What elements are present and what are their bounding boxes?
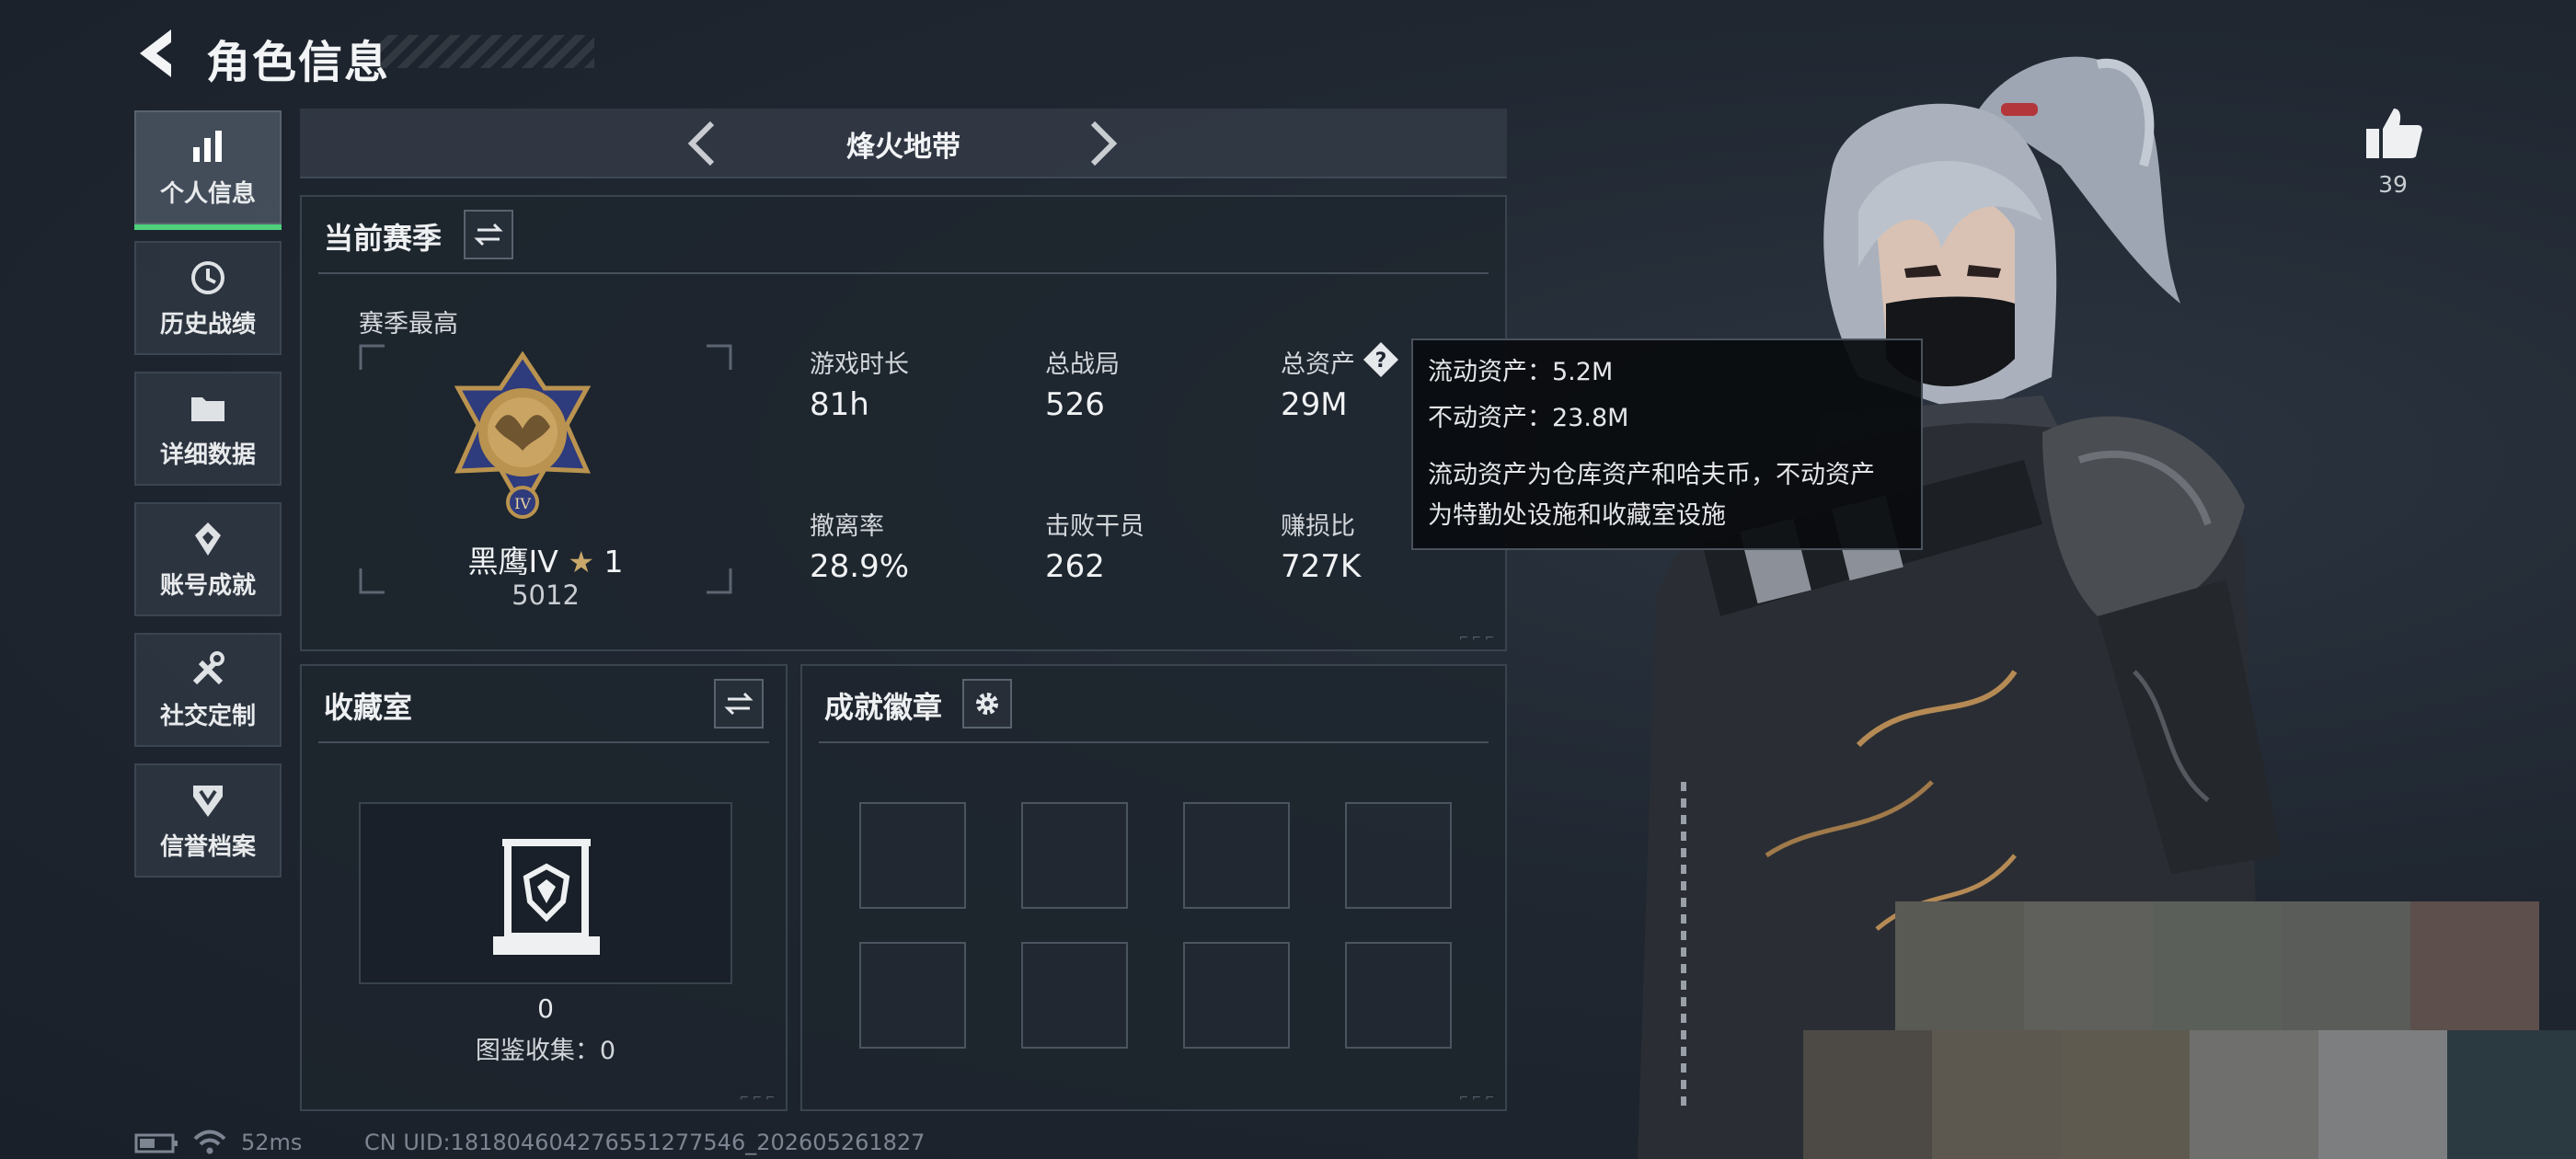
stat-value-extract-rate: 28.9% <box>810 548 910 585</box>
svg-text:?: ? <box>1375 350 1387 373</box>
season-panel: 当前赛季 赛季最高 IV 黑鹰IV ★ 1 5012 游戏时长 81h 总战局 … <box>300 195 1507 651</box>
stat-label-profit-ratio: 赚损比 <box>1281 512 1355 541</box>
like-button[interactable] <box>2361 101 2425 166</box>
gear-icon <box>976 693 998 715</box>
bar-chart-icon <box>193 130 222 162</box>
tooltip-fixed-assets: 不动资产：23.8M <box>1428 404 1629 432</box>
stat-label-total-matches: 总战局 <box>1045 350 1120 379</box>
star-icon: ★ <box>568 545 594 580</box>
stat-value-total-matches: 526 <box>1045 386 1105 423</box>
achievement-slot[interactable] <box>1183 802 1290 909</box>
achievement-slot[interactable] <box>1021 942 1128 1049</box>
sidebar-item-label: 详细数据 <box>159 441 256 469</box>
sidebar-item-label: 历史战绩 <box>159 310 256 339</box>
season-title: 当前赛季 <box>324 221 443 256</box>
help-icon[interactable]: ? <box>1362 340 1400 379</box>
stat-value-total-assets: 29M <box>1281 386 1348 423</box>
rank-score: 5012 <box>512 580 580 611</box>
like-count: 39 <box>2378 171 2408 198</box>
switch-season-button[interactable] <box>464 210 513 259</box>
title-decoration <box>379 35 594 68</box>
rank-badge-icon: IV <box>454 351 592 519</box>
back-button[interactable] <box>129 24 193 83</box>
corner-decoration: ⌐⌐⌐ <box>739 1091 778 1104</box>
collection-title: 收藏室 <box>324 690 413 725</box>
sidebar-item-reputation[interactable]: 信誉档案 <box>134 763 282 878</box>
catalog-count: 图鉴收集：0 <box>475 1037 616 1065</box>
folder-icon <box>191 396 224 421</box>
page-title: 角色信息 <box>206 37 391 88</box>
stat-label-playtime: 游戏时长 <box>810 350 909 379</box>
sidebar-item-label: 个人信息 <box>159 179 256 208</box>
swap-icon <box>474 223 503 247</box>
collection-count: 0 <box>537 993 554 1024</box>
divider <box>318 741 769 743</box>
collection-panel: 收藏室 0 图鉴收集：0 ⌐⌐⌐ <box>300 664 788 1111</box>
sidebar-item-personal-info[interactable]: 个人信息 <box>134 110 282 230</box>
achievement-slot[interactable] <box>1183 942 1290 1049</box>
rank-name-row: 黑鹰IV ★ 1 <box>359 537 732 581</box>
rank-name: 黑鹰IV <box>467 544 558 580</box>
achievement-icon <box>195 522 221 556</box>
ping-value: 52ms <box>241 1130 303 1155</box>
mode-title: 烽火地带 <box>846 131 960 164</box>
sidebar-item-account-achievements[interactable]: 账号成就 <box>134 502 282 616</box>
collection-showcase[interactable] <box>359 802 732 984</box>
mode-selector: 烽火地带 <box>300 109 1507 178</box>
achievement-settings-button[interactable] <box>962 679 1012 729</box>
divider <box>318 272 1489 274</box>
tools-icon <box>192 650 224 684</box>
achievement-slot[interactable] <box>1345 802 1452 909</box>
stat-label-total-assets: 总资产 <box>1281 350 1355 379</box>
mosaic-block <box>1803 901 2576 1159</box>
tooltip-description-line2: 为特勤处设施和收藏室设施 <box>1428 501 1726 530</box>
battery-icon <box>134 1133 178 1153</box>
achievements-panel: 成就徽章 ⌐⌐⌐ <box>800 664 1507 1111</box>
rank-stars: 1 <box>604 544 624 580</box>
user-uid: CN UID:1818046042765512775​46_2026052618… <box>364 1130 926 1155</box>
shield-icon <box>193 785 223 817</box>
stat-value-kills: 262 <box>1045 548 1105 585</box>
sidebar-item-label: 社交定制 <box>159 702 256 730</box>
stat-value-profit-ratio: 727K <box>1281 548 1362 585</box>
achievements-title: 成就徽章 <box>824 690 943 725</box>
achievement-slot[interactable] <box>1345 942 1452 1049</box>
achievement-slot[interactable] <box>859 802 966 909</box>
tooltip-liquid-assets: 流动资产：5.2M <box>1428 358 1614 386</box>
history-icon <box>191 260 224 294</box>
switch-collection-button[interactable] <box>714 679 764 729</box>
sidebar-item-label: 账号成就 <box>159 571 256 600</box>
sidebar-item-label: 信誉档案 <box>159 832 256 861</box>
svg-text:IV: IV <box>514 495 531 512</box>
stat-value-playtime: 81h <box>810 386 869 423</box>
sidebar-item-social-custom[interactable]: 社交定制 <box>134 633 282 747</box>
assets-tooltip: 流动资产：5.2M 不动资产：23.8M 流动资产为仓库资产和哈夫币，不动资产 … <box>1411 339 1923 550</box>
stat-label-kills: 击败干员 <box>1045 512 1144 541</box>
wifi-icon <box>193 1130 226 1154</box>
achievement-slot[interactable] <box>859 942 966 1049</box>
divider <box>819 741 1489 743</box>
sidebar-item-history[interactable]: 历史战绩 <box>134 241 282 355</box>
tooltip-description-line1: 流动资产为仓库资产和哈夫币，不动资产 <box>1428 461 1875 489</box>
achievement-slot[interactable] <box>1021 802 1128 909</box>
corner-decoration: ⌐⌐⌐ <box>1458 631 1498 644</box>
next-mode-button[interactable] <box>1073 116 1128 171</box>
swap-icon <box>724 692 753 716</box>
corner-decoration: ⌐⌐⌐ <box>1458 1091 1498 1104</box>
season-best-label: 赛季最高 <box>359 310 458 339</box>
sidebar-item-detailed-data[interactable]: 详细数据 <box>134 372 282 486</box>
display-case-icon <box>493 839 600 955</box>
stat-label-extract-rate: 撤离率 <box>810 512 884 541</box>
